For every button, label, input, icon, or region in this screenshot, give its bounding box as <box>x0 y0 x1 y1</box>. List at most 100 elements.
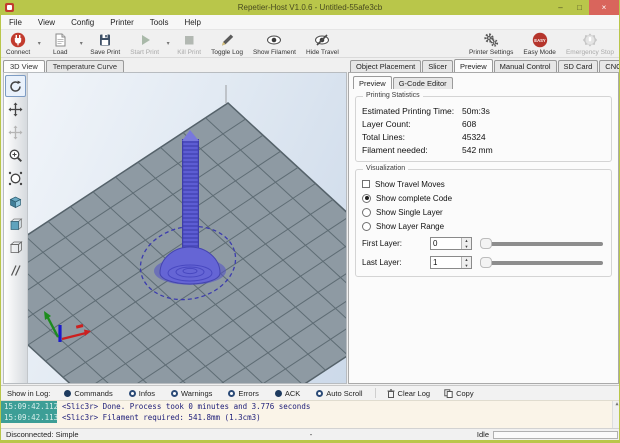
log-message: <Slic3r> Filament required: 541.8mm (1.3… <box>62 413 261 422</box>
copy-log-button[interactable]: Copy <box>437 389 481 398</box>
subtab-preview[interactable]: Preview <box>353 76 392 89</box>
show-travel-moves-option[interactable]: Show Travel Moves <box>362 177 605 191</box>
menu-view[interactable]: View <box>30 15 63 30</box>
show-complete-code-radio[interactable] <box>362 193 371 203</box>
log-toggle-commands[interactable]: Commands <box>56 389 120 398</box>
maximize-button[interactable]: □ <box>570 0 589 15</box>
log-toggle-infos[interactable]: Infos <box>121 389 163 398</box>
view-tab-strip: 3D View Temperature Curve <box>3 58 125 72</box>
infos-led-icon <box>128 389 136 397</box>
pencil-icon <box>222 34 234 45</box>
status-center-text: - <box>309 430 313 439</box>
subtab-gcode-editor[interactable]: G-Code Editor <box>392 77 453 89</box>
tab-preview[interactable]: Preview <box>453 59 493 72</box>
front-view-button[interactable] <box>5 213 26 235</box>
connect-icon <box>10 32 26 47</box>
show-layer-range-radio[interactable] <box>362 221 371 231</box>
last-layer-row: Last Layer: 1 ▲ ▼ <box>362 254 605 271</box>
menu-tools[interactable]: Tools <box>142 15 177 30</box>
viewport-3d[interactable] <box>3 72 347 384</box>
toggle-log-button[interactable]: Toggle Log <box>206 30 248 57</box>
log-timestamp: 15:09:42.113 <box>1 412 58 423</box>
menu-file[interactable]: File <box>1 15 30 30</box>
log-line: 15:09:42.113 <Slic3r> Filament required:… <box>1 412 619 423</box>
clear-log-button[interactable]: Clear Log <box>380 389 438 398</box>
panel-tab-strip: Object Placement Slicer Preview Manual C… <box>348 58 619 72</box>
fit-view-button[interactable] <box>5 167 26 189</box>
visualization-title: Visualization <box>363 165 409 172</box>
tab-object-placement[interactable]: Object Placement <box>350 60 422 72</box>
wireframe-view-button[interactable] <box>5 236 26 258</box>
log-toggle-ack[interactable]: ACK <box>267 389 308 398</box>
load-button[interactable]: Load <box>43 30 77 57</box>
hide-travel-button[interactable]: Hide Travel <box>301 30 344 57</box>
parallel-projection-button[interactable] <box>5 259 26 281</box>
start-print-dropdown-icon: ▾ <box>166 41 170 47</box>
preview-subtab-strip: Preview G-Code Editor <box>349 75 618 89</box>
minimize-button[interactable]: – <box>551 0 570 15</box>
zoom-button[interactable] <box>5 144 26 166</box>
easy-mode-icon: EASY <box>532 32 547 47</box>
move-viewpoint-button[interactable] <box>5 121 26 143</box>
first-layer-spinbox[interactable]: 0 ▲ ▼ <box>430 237 472 250</box>
connect-dropdown-icon[interactable]: ▾ <box>35 30 43 57</box>
show-layer-range-option[interactable]: Show Layer Range <box>362 219 605 233</box>
show-complete-code-option[interactable]: Show complete Code <box>362 191 605 205</box>
menu-config[interactable]: Config <box>63 15 102 30</box>
easy-mode-button[interactable]: EASY Easy Mode <box>518 30 561 57</box>
view-toolbar <box>4 73 28 383</box>
right-panel: Object Placement Slicer Preview Manual C… <box>348 58 619 384</box>
tab-cnc[interactable]: CNC <box>599 60 619 72</box>
zoom-icon <box>9 149 23 162</box>
tab-sd-card[interactable]: SD Card <box>557 60 599 72</box>
last-layer-slider-thumb[interactable] <box>480 256 492 268</box>
last-layer-spinbox[interactable]: 1 ▲ ▼ <box>430 256 472 269</box>
printing-statistics-group: Printing Statistics Estimated Printing T… <box>355 92 612 162</box>
log-scrollbar[interactable]: ▲ <box>612 401 619 428</box>
show-travel-moves-checkbox[interactable] <box>362 180 370 188</box>
app-window: Repetier-Host V1.0.6 - Untitled-55afe3cb… <box>0 0 620 443</box>
first-layer-slider-thumb[interactable] <box>480 237 492 249</box>
rotate-view-button[interactable] <box>5 75 26 97</box>
menu-help[interactable]: Help <box>176 15 208 30</box>
log-toggle-warnings[interactable]: Warnings <box>163 389 220 398</box>
save-print-button[interactable]: Save Print <box>85 30 125 57</box>
load-icon <box>55 33 66 46</box>
svg-text:EASY: EASY <box>534 38 546 43</box>
stop-icon <box>185 35 194 44</box>
start-print-button: Start Print <box>125 30 164 57</box>
tab-3d-view[interactable]: 3D View <box>3 60 45 72</box>
front-view-icon <box>10 217 23 230</box>
printer-settings-button[interactable]: Printer Settings <box>464 30 518 57</box>
show-single-layer-radio[interactable] <box>362 207 371 217</box>
play-icon <box>141 34 150 45</box>
first-layer-spin-buttons[interactable]: ▲ ▼ <box>461 238 471 249</box>
last-layer-spin-buttons[interactable]: ▲ ▼ <box>461 257 471 268</box>
commands-led-icon <box>64 389 72 397</box>
rotate-icon <box>10 80 21 92</box>
log-toggle-autoscroll[interactable]: Auto Scroll <box>308 389 370 398</box>
first-layer-slider[interactable] <box>480 237 603 250</box>
tab-temperature-curve[interactable]: Temperature Curve <box>45 60 124 72</box>
connect-button[interactable]: Connect <box>1 30 35 57</box>
stat-layer-count: Layer Count: 608 <box>362 118 477 129</box>
show-single-layer-option[interactable]: Show Single Layer <box>362 205 605 219</box>
log-toggle-errors[interactable]: Errors <box>220 389 266 398</box>
tab-manual-control[interactable]: Manual Control <box>493 60 557 72</box>
close-button[interactable]: × <box>589 0 619 15</box>
log-output[interactable]: 15:09:42.112 <Slic3r> Done. Process took… <box>1 400 619 428</box>
move-object-button[interactable] <box>5 98 26 120</box>
show-filament-button[interactable]: Show Filament <box>248 30 301 57</box>
tab-slicer[interactable]: Slicer <box>422 60 453 72</box>
isometric-view-button[interactable] <box>5 190 26 212</box>
stat-layer-count-value: 608 <box>462 118 477 129</box>
log-area: Show in Log: Commands Infos Warnings Err… <box>1 385 619 428</box>
print-bed-scene <box>28 73 346 383</box>
stat-filament-needed-value: 542 mm <box>462 144 493 155</box>
eye-slash-icon <box>315 33 330 46</box>
menu-printer[interactable]: Printer <box>102 15 142 30</box>
visualization-group: Visualization Show Travel Moves Show com… <box>355 165 612 277</box>
emergency-stop-button: Emergency Stop <box>561 30 619 57</box>
last-layer-slider[interactable] <box>480 256 603 269</box>
load-dropdown-icon[interactable]: ▾ <box>77 30 85 57</box>
